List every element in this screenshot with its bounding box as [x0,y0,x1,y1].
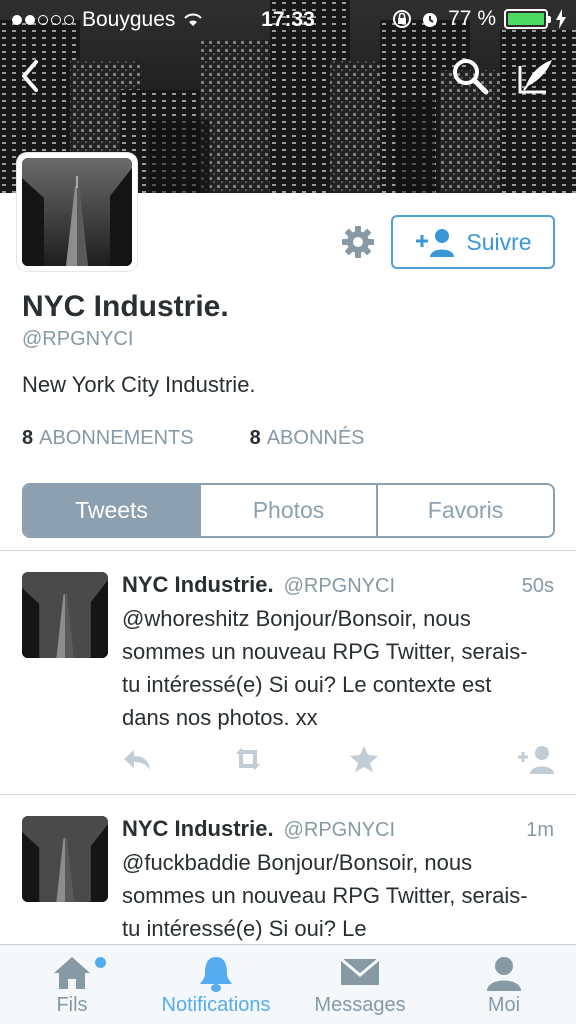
tab-moi[interactable]: Moi [432,945,576,1024]
following-label: ABONNEMENTS [39,427,194,449]
tweet-avatar[interactable] [22,572,108,658]
followers-stat[interactable]: 8 ABONNÉS [250,427,365,450]
bottom-tab-bar: Fils Notifications Messages Moi [0,944,576,1024]
tab-label: Moi [487,994,521,1016]
tweet-actions [120,744,560,774]
tweet-timestamp: 1m [526,819,554,841]
profile-handle: @RPGNYCI [22,328,134,350]
tab-favoris[interactable]: Favoris [376,485,553,536]
skyscraper-avatar-image [22,816,108,902]
tab-notifications[interactable]: Notifications [144,945,288,1024]
new-tweets-dot [95,957,106,968]
retweet-icon[interactable] [232,744,264,774]
follow-button[interactable]: Suivre [391,215,555,269]
tweet-avatar[interactable] [22,816,108,902]
back-arrow-icon[interactable] [12,56,52,96]
follow-button-label: Suivre [466,228,532,255]
followers-label: ABONNÉS [266,427,365,449]
divider [0,550,576,551]
profile-stats: 8 ABONNEMENTS 8 ABONNÉS [22,427,365,450]
tab-fils[interactable]: Fils [0,945,144,1024]
person-icon [487,957,521,991]
profile-bio: New York City Industrie. [22,372,256,397]
tab-messages[interactable]: Messages [288,945,432,1024]
rotation-lock-icon [393,10,412,28]
tweet-text: @whoreshitz Bonjour/Bonsoir, nous sommes… [122,606,528,730]
followers-count: 8 [249,427,261,449]
divider [0,794,576,795]
alarm-icon [423,13,438,27]
tweet-timestamp: 50s [521,575,554,597]
tweet-author-handle: @RPGNYCI [283,575,396,597]
tab-label: Messages [314,994,406,1016]
following-count: 8 [22,427,34,449]
tab-label: Fils [56,994,88,1016]
reply-icon[interactable] [120,744,152,774]
follow-user-icon[interactable] [516,744,556,774]
skyscraper-avatar-image [22,158,132,266]
profile-name: NYC Industrie. [22,290,229,323]
charging-icon [556,9,566,29]
tab-photos[interactable]: Photos [199,485,376,536]
tweet-author-name: NYC Industrie. [122,816,274,841]
tab-tweets[interactable]: Tweets [24,485,199,536]
battery-percentage: 77 % [448,7,496,30]
profile-segmented-control: Tweets Photos Favoris [22,483,555,538]
skyscraper-avatar-image [22,572,108,658]
bell-icon [200,957,232,992]
compose-tweet-icon[interactable] [516,56,556,96]
profile-avatar[interactable] [17,153,137,271]
tweet-author-name: NYC Industrie. [122,572,274,597]
home-icon [54,957,90,989]
tweet-text: @fuckbaddie Bonjour/Bonsoir, nous sommes… [122,850,528,941]
favorite-star-icon[interactable] [348,744,380,774]
gear-icon[interactable] [340,224,376,260]
add-user-icon [416,229,455,257]
tweet-author-handle: @RPGNYCI [283,819,396,841]
tab-label: Notifications [161,994,271,1016]
search-icon[interactable] [450,56,490,96]
status-bar: Bouygues 17:33 77 % [0,0,576,38]
following-stat[interactable]: 8 ABONNEMENTS [22,427,194,450]
envelope-icon [340,957,380,985]
battery-icon [504,9,551,29]
